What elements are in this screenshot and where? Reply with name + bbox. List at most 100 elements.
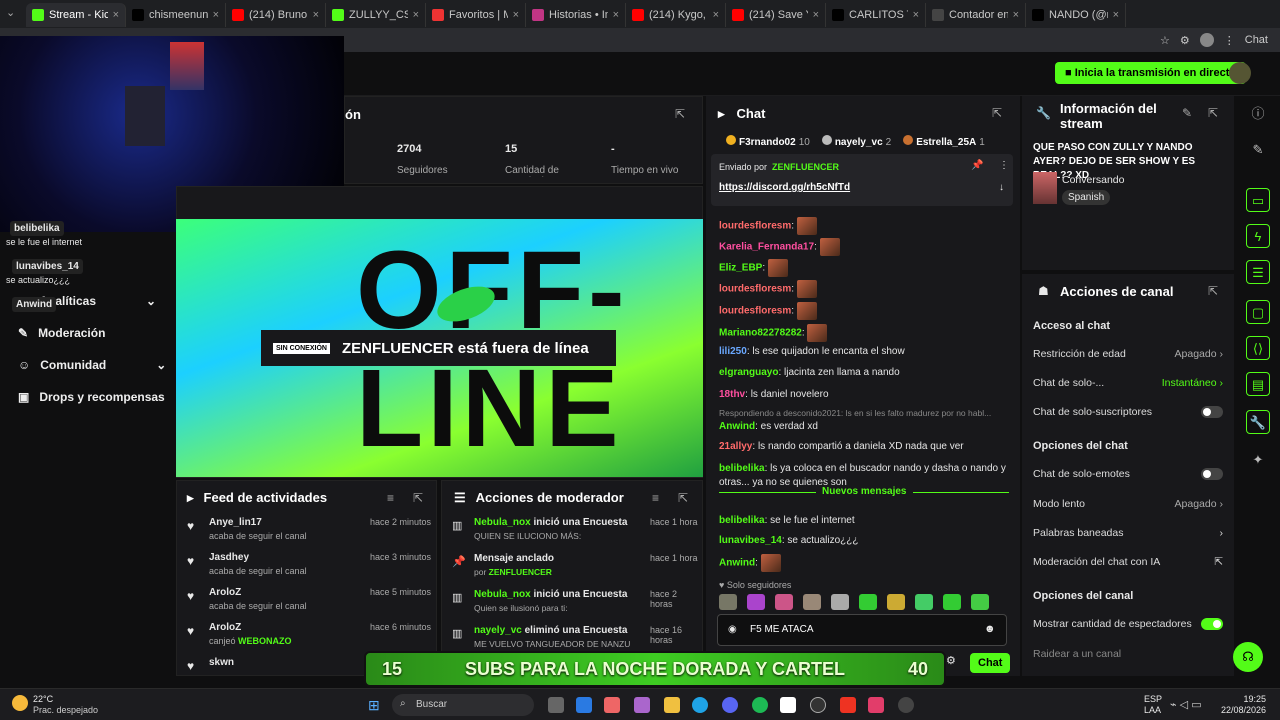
- app-icon[interactable]: [810, 697, 826, 713]
- mod-user[interactable]: nayely_vc: [474, 625, 522, 636]
- mod-user[interactable]: Nebula_nox: [474, 589, 531, 600]
- feed-user[interactable]: Anye_lin17: [209, 517, 262, 528]
- chat-username[interactable]: lourdesfloresm: [719, 221, 791, 232]
- browser-tab[interactable]: Contador en vivo ×: [926, 3, 1026, 27]
- task-view-icon[interactable]: [548, 697, 564, 713]
- more-icon[interactable]: ⋮: [1224, 34, 1235, 47]
- mod-user[interactable]: Nebula_nox: [474, 517, 531, 528]
- keyboard-layout[interactable]: LAA: [1144, 705, 1161, 715]
- emote-icon[interactable]: [747, 594, 765, 610]
- emote-icon[interactable]: [971, 594, 989, 610]
- close-icon[interactable]: ×: [813, 9, 819, 21]
- browser-tab[interactable]: (214) Bruno Mars ×: [226, 3, 326, 27]
- network-volume-icons[interactable]: ⌁ ◁ ▭: [1170, 698, 1202, 711]
- ai-moderation-row[interactable]: Moderación del chat con IA ⇱: [1033, 556, 1223, 568]
- browser-tab[interactable]: (214) Kygo, Khal ×: [626, 3, 726, 27]
- popout-icon[interactable]: ⇱: [992, 106, 1002, 120]
- clock-time[interactable]: 19:25: [1222, 694, 1266, 704]
- chat-username[interactable]: lourdesfloresm: [719, 306, 791, 317]
- feed-user[interactable]: AroloZ: [209, 622, 241, 633]
- widgets-icon[interactable]: [576, 697, 592, 713]
- filter-icon[interactable]: ≡: [387, 491, 394, 505]
- go-live-button[interactable]: ■ Inicia la transmisión en directo: [1055, 62, 1247, 84]
- user-avatar[interactable]: [1229, 62, 1251, 84]
- browser-tab[interactable]: (214) Save Your ×: [726, 3, 826, 27]
- chat-username[interactable]: Anwind: [719, 558, 755, 569]
- close-icon[interactable]: ×: [513, 9, 519, 21]
- chat-username[interactable]: Karelia_Fernanda17: [719, 242, 814, 253]
- emote-icon[interactable]: [943, 594, 961, 610]
- emoji-icon[interactable]: ◉: [728, 624, 737, 635]
- more-icon[interactable]: ⋮: [999, 160, 1009, 171]
- chat-username[interactable]: 18thv: [719, 389, 745, 400]
- close-icon[interactable]: ×: [713, 9, 719, 21]
- sidebar-item-drops[interactable]: ▣ Drops y recompensas: [18, 390, 165, 404]
- player-icon[interactable]: ▭: [1246, 188, 1270, 212]
- chat-username[interactable]: belibelika: [719, 463, 765, 474]
- emote-icon[interactable]: [803, 594, 821, 610]
- windows-start-icon[interactable]: ⊞: [368, 697, 380, 714]
- close-icon[interactable]: ×: [213, 9, 219, 21]
- extensions-icon[interactable]: ⚙: [1180, 34, 1190, 47]
- discord-icon[interactable]: [722, 697, 738, 713]
- browser-tab[interactable]: Favoritos | Myinst ×: [426, 3, 526, 27]
- popout-icon[interactable]: ⇱: [675, 107, 685, 121]
- info-icon[interactable]: ⓘ: [1246, 102, 1270, 126]
- chat-username[interactable]: lunavibes_14: [719, 535, 782, 546]
- close-icon[interactable]: ×: [1113, 9, 1119, 21]
- tab-search-icon[interactable]: ⌄: [6, 6, 15, 19]
- browser-chat-button[interactable]: Chat: [1245, 34, 1268, 46]
- app-icon[interactable]: [604, 697, 620, 713]
- browser-tab[interactable]: Historias • Instag ×: [526, 3, 626, 27]
- chat-icon[interactable]: ▢: [1246, 300, 1270, 324]
- chrome-icon[interactable]: [898, 697, 914, 713]
- chat-username[interactable]: Mariano82278282: [719, 328, 802, 339]
- chat-username[interactable]: 21allyy: [719, 441, 752, 452]
- emote-icon[interactable]: [859, 594, 877, 610]
- raid-row[interactable]: Raidear a un canal: [1033, 648, 1223, 660]
- wrench-icon[interactable]: 🔧: [1246, 410, 1270, 434]
- chat-username[interactable]: Eliz_EBP: [719, 263, 762, 274]
- pin-icon[interactable]: 📌: [971, 160, 983, 171]
- slow-mode-row[interactable]: Modo lento Apagado ›: [1033, 498, 1223, 510]
- list-icon[interactable]: ☰: [1246, 260, 1270, 284]
- bookmark-icon[interactable]: ☆: [1160, 34, 1170, 47]
- server-icon[interactable]: ▤: [1246, 372, 1270, 396]
- spotify-icon[interactable]: [752, 697, 768, 713]
- chat-username[interactable]: Anwind: [719, 421, 755, 432]
- chat-input-box[interactable]: ◉ F5 ME ATACA ☻: [717, 614, 1007, 646]
- close-icon[interactable]: ×: [913, 9, 919, 21]
- chat-username[interactable]: lourdesfloresm: [719, 284, 791, 295]
- sidebar-item-community[interactable]: ☺ Comunidad ⌄: [18, 358, 166, 372]
- tiktok-icon[interactable]: [868, 697, 884, 713]
- chat-username[interactable]: belibelika: [719, 515, 765, 526]
- taskbar-search[interactable]: ⌕ Buscar: [392, 694, 534, 716]
- chat-username[interactable]: elgranguayo: [719, 367, 778, 378]
- feed-user[interactable]: Jasdhey: [209, 552, 249, 563]
- lightning-icon[interactable]: ϟ: [1246, 224, 1270, 248]
- emote-icon[interactable]: [719, 594, 737, 610]
- browser-tab[interactable]: Stream - Kick Das ×: [26, 3, 126, 27]
- close-icon[interactable]: ×: [1013, 9, 1019, 21]
- subs-only-toggle[interactable]: [1201, 406, 1223, 418]
- chat-input[interactable]: F5 ME ATACA: [750, 624, 814, 635]
- sidebar-item-moderation[interactable]: ✎ Moderación: [18, 326, 105, 340]
- browser-tab[interactable]: ZULLYY_CS Strea ×: [326, 3, 426, 27]
- close-icon[interactable]: ×: [313, 9, 319, 21]
- shapes-icon[interactable]: ✦: [1246, 448, 1270, 472]
- chevron-down-icon[interactable]: ↓: [999, 182, 1004, 193]
- banned-words-row[interactable]: Palabras baneadas ›: [1033, 527, 1223, 539]
- code-icon[interactable]: ⟨⟩: [1246, 336, 1270, 360]
- followers-only-row[interactable]: Chat de solo-... Instantáneo ›: [1033, 377, 1223, 389]
- emotes-only-toggle[interactable]: [1201, 468, 1223, 480]
- explorer-icon[interactable]: [664, 697, 680, 713]
- language-indicator[interactable]: ESP: [1144, 694, 1162, 704]
- close-icon[interactable]: ×: [413, 9, 419, 21]
- browser-tab[interactable]: NANDO (@nando ×: [1026, 3, 1126, 27]
- emote-picker-icon[interactable]: ☻: [984, 623, 996, 635]
- pencil-icon[interactable]: ✎: [1246, 138, 1270, 162]
- popout-icon[interactable]: ⇱: [1208, 284, 1218, 298]
- active-app-icon[interactable]: [780, 697, 796, 713]
- close-icon[interactable]: ×: [113, 9, 119, 21]
- emote-icon[interactable]: [915, 594, 933, 610]
